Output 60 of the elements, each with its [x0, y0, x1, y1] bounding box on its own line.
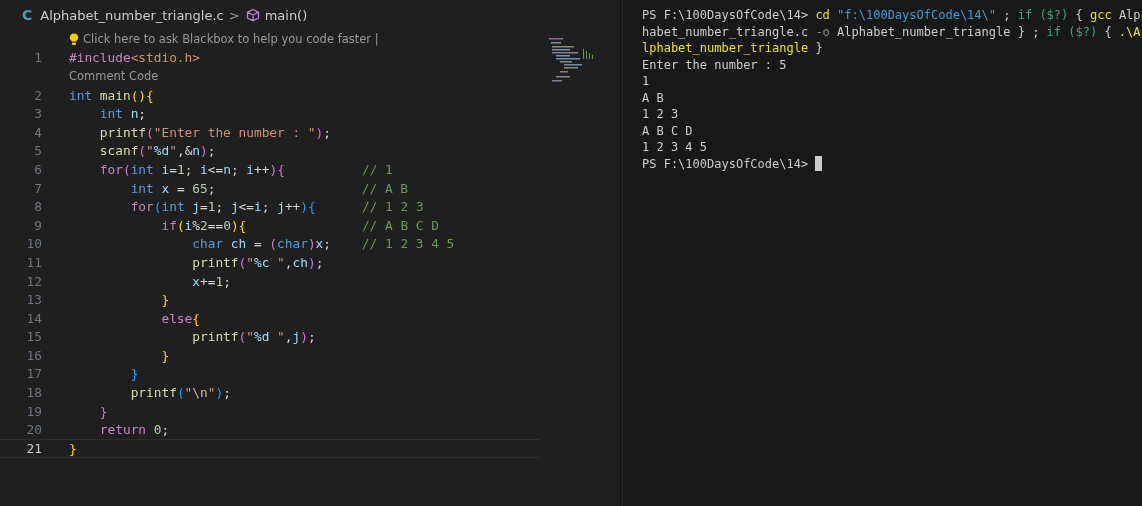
- terminal-line: habet_number_triangle.c -o Alphabet_number_triangle } ; if ($?) { .\A: [642, 24, 1141, 39]
- line-number: 3: [33, 106, 43, 122]
- code-line: for(int j=1; j<=i; j++){ // 1 2 3: [129, 199, 424, 215]
- code-line: char ch = (char)x; // 1 2 3 4 5: [191, 236, 455, 252]
- terminal-line: Enter the number : 5: [642, 57, 787, 72]
- code-line: printf("\n");: [129, 385, 231, 401]
- line-number: 20: [25, 422, 43, 438]
- breadcrumb-separator: >: [228, 7, 240, 23]
- line-number: 4: [33, 124, 43, 140]
- terminal-line: lphabet_number_triangle }: [642, 41, 823, 56]
- line-number: 7: [33, 180, 43, 196]
- code-line: }: [160, 292, 170, 308]
- code-lens-link[interactable]: Comment Code: [69, 69, 159, 84]
- terminal-line: A B: [642, 90, 664, 105]
- c-file-icon: C: [22, 7, 33, 23]
- code-line: if(i%2==0){ // A B C D: [160, 217, 439, 233]
- terminal-line: A B C D: [642, 123, 693, 138]
- terminal-line: 1 2 3 4 5: [642, 140, 708, 155]
- code-line: }: [160, 347, 170, 363]
- line-number: 17: [25, 366, 43, 382]
- line-number: 6: [33, 161, 43, 177]
- line-number: 12: [25, 273, 43, 289]
- breadcrumb-symbol[interactable]: main(): [264, 7, 308, 23]
- line-number: 10: [25, 236, 43, 252]
- code-line: printf("%c ",ch);: [191, 254, 324, 270]
- line-number: 19: [25, 403, 43, 419]
- line-number: 13: [25, 292, 43, 308]
- cube-icon: [245, 8, 260, 22]
- code-line: }: [98, 403, 108, 419]
- line-number: 11: [25, 254, 43, 270]
- code-line: int x = 65; // A B: [129, 180, 409, 196]
- line-number: 9: [33, 217, 43, 233]
- terminal-line: PS F:\100DaysOfCode\14>: [642, 156, 809, 171]
- code-line: int n;: [98, 106, 147, 122]
- code-line: scanf("%d",&n);: [98, 143, 216, 159]
- line-number: 8: [33, 199, 43, 215]
- line-number: 2: [33, 87, 43, 103]
- line-number: 18: [25, 385, 43, 401]
- line-number: 14: [25, 310, 43, 326]
- line-number: 5: [33, 143, 43, 159]
- code-line: x+=1;: [191, 273, 231, 289]
- code-line: printf("%d ",j);: [191, 329, 316, 345]
- terminal-line: 1 2 3: [642, 107, 679, 122]
- code-line: return 0;: [98, 422, 170, 438]
- code-line: int main(){: [69, 87, 154, 103]
- terminal-line: PS F:\100DaysOfCode\14> cd "f:\100DaysOfCode\14\" ; if ($?) { gcc Alp: [642, 8, 1141, 23]
- breadcrumb-file[interactable]: Alphabet_number_triangle.c: [40, 7, 224, 23]
- line-number: 16: [25, 347, 43, 363]
- code-line: for(int i=1; i<=n; i++){ // 1: [98, 161, 393, 177]
- terminal-line: 1: [642, 74, 650, 89]
- code-line: }: [129, 366, 139, 382]
- code-line: printf("Enter the number : ");: [98, 124, 331, 140]
- line-number: 15: [25, 329, 43, 345]
- line-number: 1: [33, 50, 43, 66]
- lightbulb-icon: [69, 32, 79, 46]
- code-line: }: [69, 440, 77, 456]
- code-line: else{: [160, 310, 200, 326]
- code-line: #include<stdio.h>: [69, 50, 200, 66]
- line-number: 21: [25, 440, 43, 456]
- code-lens-link[interactable]: Click here to ask Blackbox to help you code faster |: [83, 32, 379, 47]
